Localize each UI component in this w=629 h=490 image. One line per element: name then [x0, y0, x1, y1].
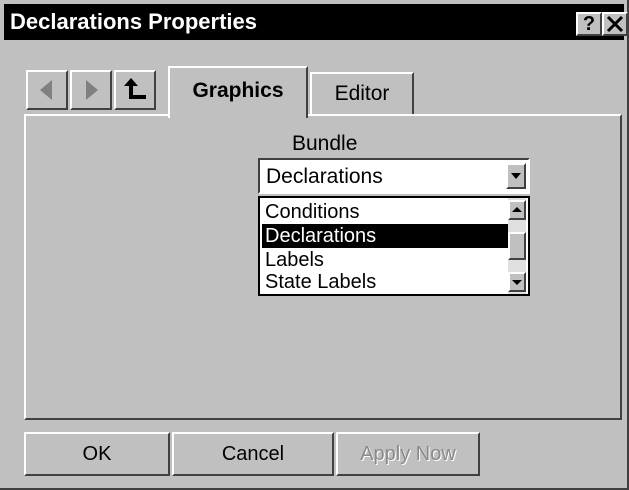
up-level-icon — [124, 78, 146, 99]
close-icon — [606, 15, 624, 33]
close-button[interactable] — [602, 12, 628, 36]
list-item-declarations[interactable]: Declarations — [262, 224, 518, 248]
list-scrollbar[interactable] — [508, 198, 526, 294]
properties-dialog: Declarations Properties ? Graphics Edito… — [0, 0, 629, 490]
apply-now-button: Apply Now — [336, 432, 480, 476]
back-button[interactable] — [26, 70, 68, 110]
help-button[interactable]: ? — [576, 12, 602, 36]
list-item-labels[interactable]: Labels — [262, 248, 518, 272]
dropdown-button[interactable] — [506, 163, 526, 189]
ok-button[interactable]: OK — [24, 432, 170, 476]
bundle-selected-value: Declarations — [266, 165, 383, 188]
title-bar: Declarations Properties ? — [4, 4, 628, 40]
list-item-conditions[interactable]: Conditions — [262, 200, 518, 224]
tab-graphics[interactable]: Graphics — [168, 66, 308, 118]
up-level-button[interactable] — [114, 70, 156, 110]
scroll-up-button[interactable] — [508, 200, 526, 220]
forward-arrow-icon — [86, 80, 98, 100]
arrow-down-icon — [512, 280, 522, 285]
back-arrow-icon — [40, 80, 52, 100]
bundle-combobox[interactable]: Declarations — [258, 158, 530, 194]
bundle-dropdown-list[interactable]: Conditions Declarations Labels State Lab… — [258, 196, 530, 296]
chevron-down-icon — [511, 173, 521, 179]
scroll-thumb[interactable] — [508, 232, 526, 260]
cancel-button[interactable]: Cancel — [172, 432, 334, 476]
bundle-label: Bundle — [292, 132, 358, 155]
list-item-state-labels[interactable]: State Labels — [262, 270, 518, 294]
scroll-down-button[interactable] — [508, 272, 526, 292]
tab-editor[interactable]: Editor — [310, 72, 414, 114]
window-title: Declarations Properties — [10, 9, 257, 34]
arrow-up-icon — [512, 207, 522, 212]
forward-button[interactable] — [70, 70, 112, 110]
